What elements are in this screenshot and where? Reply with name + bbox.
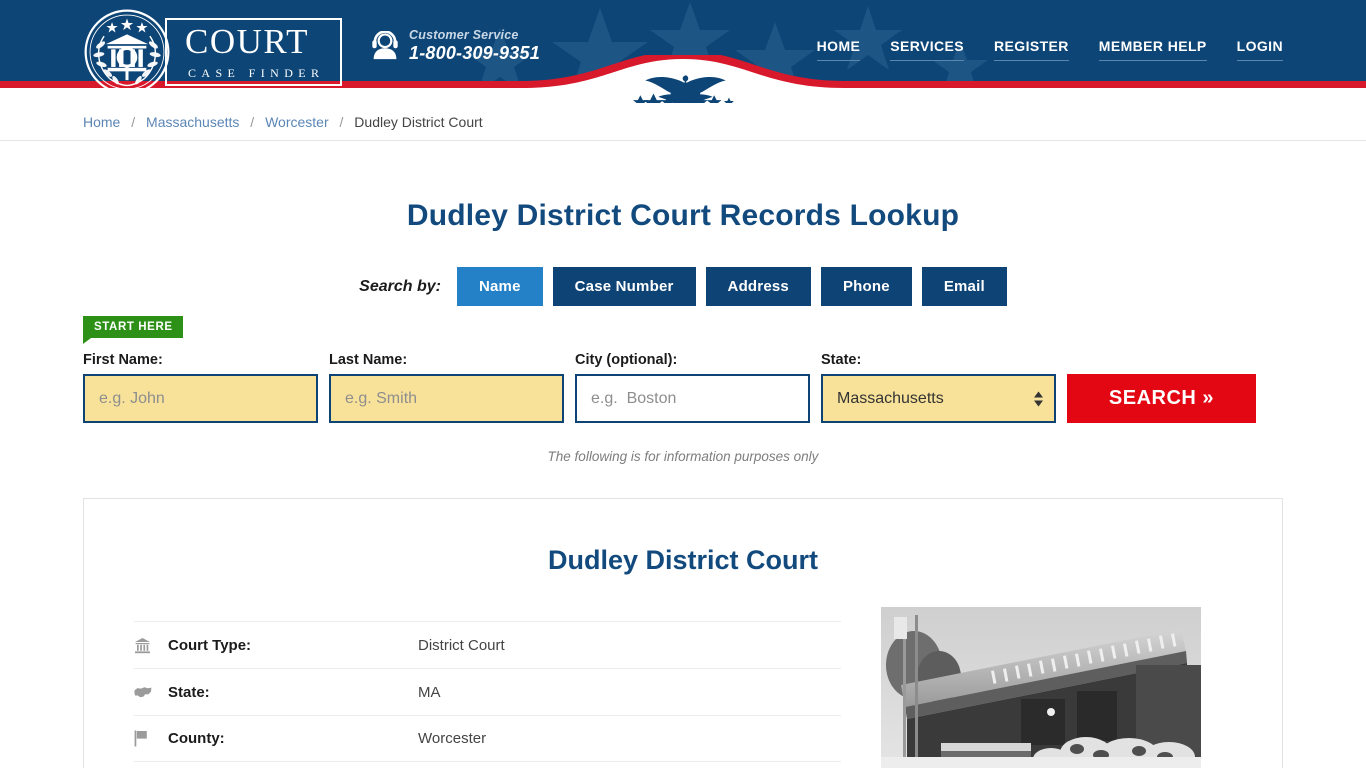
start-here-badge: START HERE [83, 316, 183, 344]
last-name-label: Last Name: [329, 352, 408, 368]
breadcrumb-separator: / [250, 114, 255, 130]
city-input[interactable] [575, 374, 810, 423]
nav-item-services[interactable]: SERVICES [890, 38, 965, 61]
site-logo[interactable]: COURT CASE FINDER [83, 8, 343, 96]
logo-subtitle: CASE FINDER [188, 66, 325, 80]
city-label: City (optional): [575, 352, 678, 368]
state-label-value: State: [168, 683, 210, 701]
courthouse-icon [134, 637, 168, 654]
customer-service-label: Customer Service [409, 28, 519, 42]
tab-name[interactable]: Name [456, 267, 543, 306]
state-select-wrapper: MassachusettsAlabamaAlaskaArizonaCalifor… [821, 374, 1056, 423]
courthouse-building-photo [881, 607, 1201, 768]
state-value: MA [418, 683, 441, 701]
county-value: Worcester [418, 730, 487, 747]
court-info-table: Court Type: District Court State: MA Cou… [134, 621, 841, 768]
nav-item-home[interactable]: HOME [816, 38, 861, 61]
last-name-field-group: Last Name: [329, 352, 564, 423]
page-title: Dudley District Court Records Lookup [406, 199, 960, 232]
court-detail-card: Dudley District Court Court Type: Distri… [83, 498, 1283, 768]
breadcrumb-bar: Home / Massachusetts / Worcester / Dudle… [0, 103, 1366, 141]
search-button[interactable]: SEARCH » [1067, 374, 1256, 423]
breadcrumb-item-state[interactable]: Massachusetts [146, 114, 239, 130]
breadcrumb-item-home[interactable]: Home [83, 114, 120, 130]
tab-phone[interactable]: Phone [820, 267, 912, 306]
search-by-label: Search by: [359, 277, 441, 295]
main-navigation: HOME SERVICES REGISTER MEMBER HELP LOGIN [816, 38, 1283, 61]
logo-title: COURT [185, 22, 310, 61]
nav-item-member-help[interactable]: MEMBER HELP [1098, 38, 1207, 61]
first-name-input[interactable] [83, 374, 318, 423]
search-by-tabs: Search by: Name Case Number Address Phon… [83, 267, 1283, 306]
table-row: State: MA [134, 668, 841, 715]
court-seal-icon [84, 9, 170, 95]
us-map-icon [134, 686, 168, 699]
search-form: First Name: Last Name: City (optional): … [83, 326, 1283, 423]
disclaimer-text: The following is for information purpose… [547, 449, 819, 464]
headset-support-icon [372, 31, 398, 60]
nav-item-login[interactable]: LOGIN [1236, 38, 1283, 61]
table-row: Court Type: District Court [134, 621, 841, 668]
breadcrumb-item-county[interactable]: Worcester [265, 114, 329, 130]
state-field-group: State: MassachusettsAlabamaAlaskaArizona… [821, 352, 1056, 423]
city-field-group: City (optional): [575, 352, 810, 423]
state-select[interactable]: MassachusettsAlabamaAlaskaArizonaCalifor… [821, 374, 1056, 423]
breadcrumb: Home / Massachusetts / Worcester / Dudle… [83, 103, 1283, 141]
search-form-zone: START HERE First Name: Last Name: City (… [83, 316, 1283, 423]
court-name-title: Dudley District Court [547, 545, 819, 575]
first-name-label: First Name: [83, 352, 163, 368]
state-label: State: [821, 352, 862, 368]
tab-case-number[interactable]: Case Number [552, 267, 696, 306]
county-label: County: [168, 730, 225, 747]
court-type-value: District Court [418, 636, 505, 654]
main-content: Dudley District Court Records Lookup Sea… [83, 199, 1283, 768]
nav-item-register[interactable]: REGISTER [994, 38, 1069, 61]
last-name-input[interactable] [329, 374, 564, 423]
first-name-field-group: First Name: [83, 352, 318, 423]
tab-email[interactable]: Email [921, 267, 1007, 306]
flag-icon [134, 730, 168, 747]
court-detail-body: Court Type: District Court State: MA Cou… [134, 607, 1232, 768]
breadcrumb-separator: / [339, 114, 344, 130]
table-row: County: Worcester [134, 715, 841, 762]
breadcrumb-separator: / [131, 114, 136, 130]
court-type-label: Court Type: [168, 636, 252, 654]
customer-service-phone[interactable]: 1-800-309-9351 [409, 43, 540, 64]
customer-service-block: Customer Service 1-800-309-9351 [371, 28, 540, 64]
breadcrumb-item-current: Dudley District Court [354, 114, 483, 130]
tab-address[interactable]: Address [705, 267, 811, 306]
site-header: COURT CASE FINDER Customer Service 1-800… [0, 0, 1366, 103]
logo-wordmark: COURT CASE FINDER [165, 18, 343, 86]
